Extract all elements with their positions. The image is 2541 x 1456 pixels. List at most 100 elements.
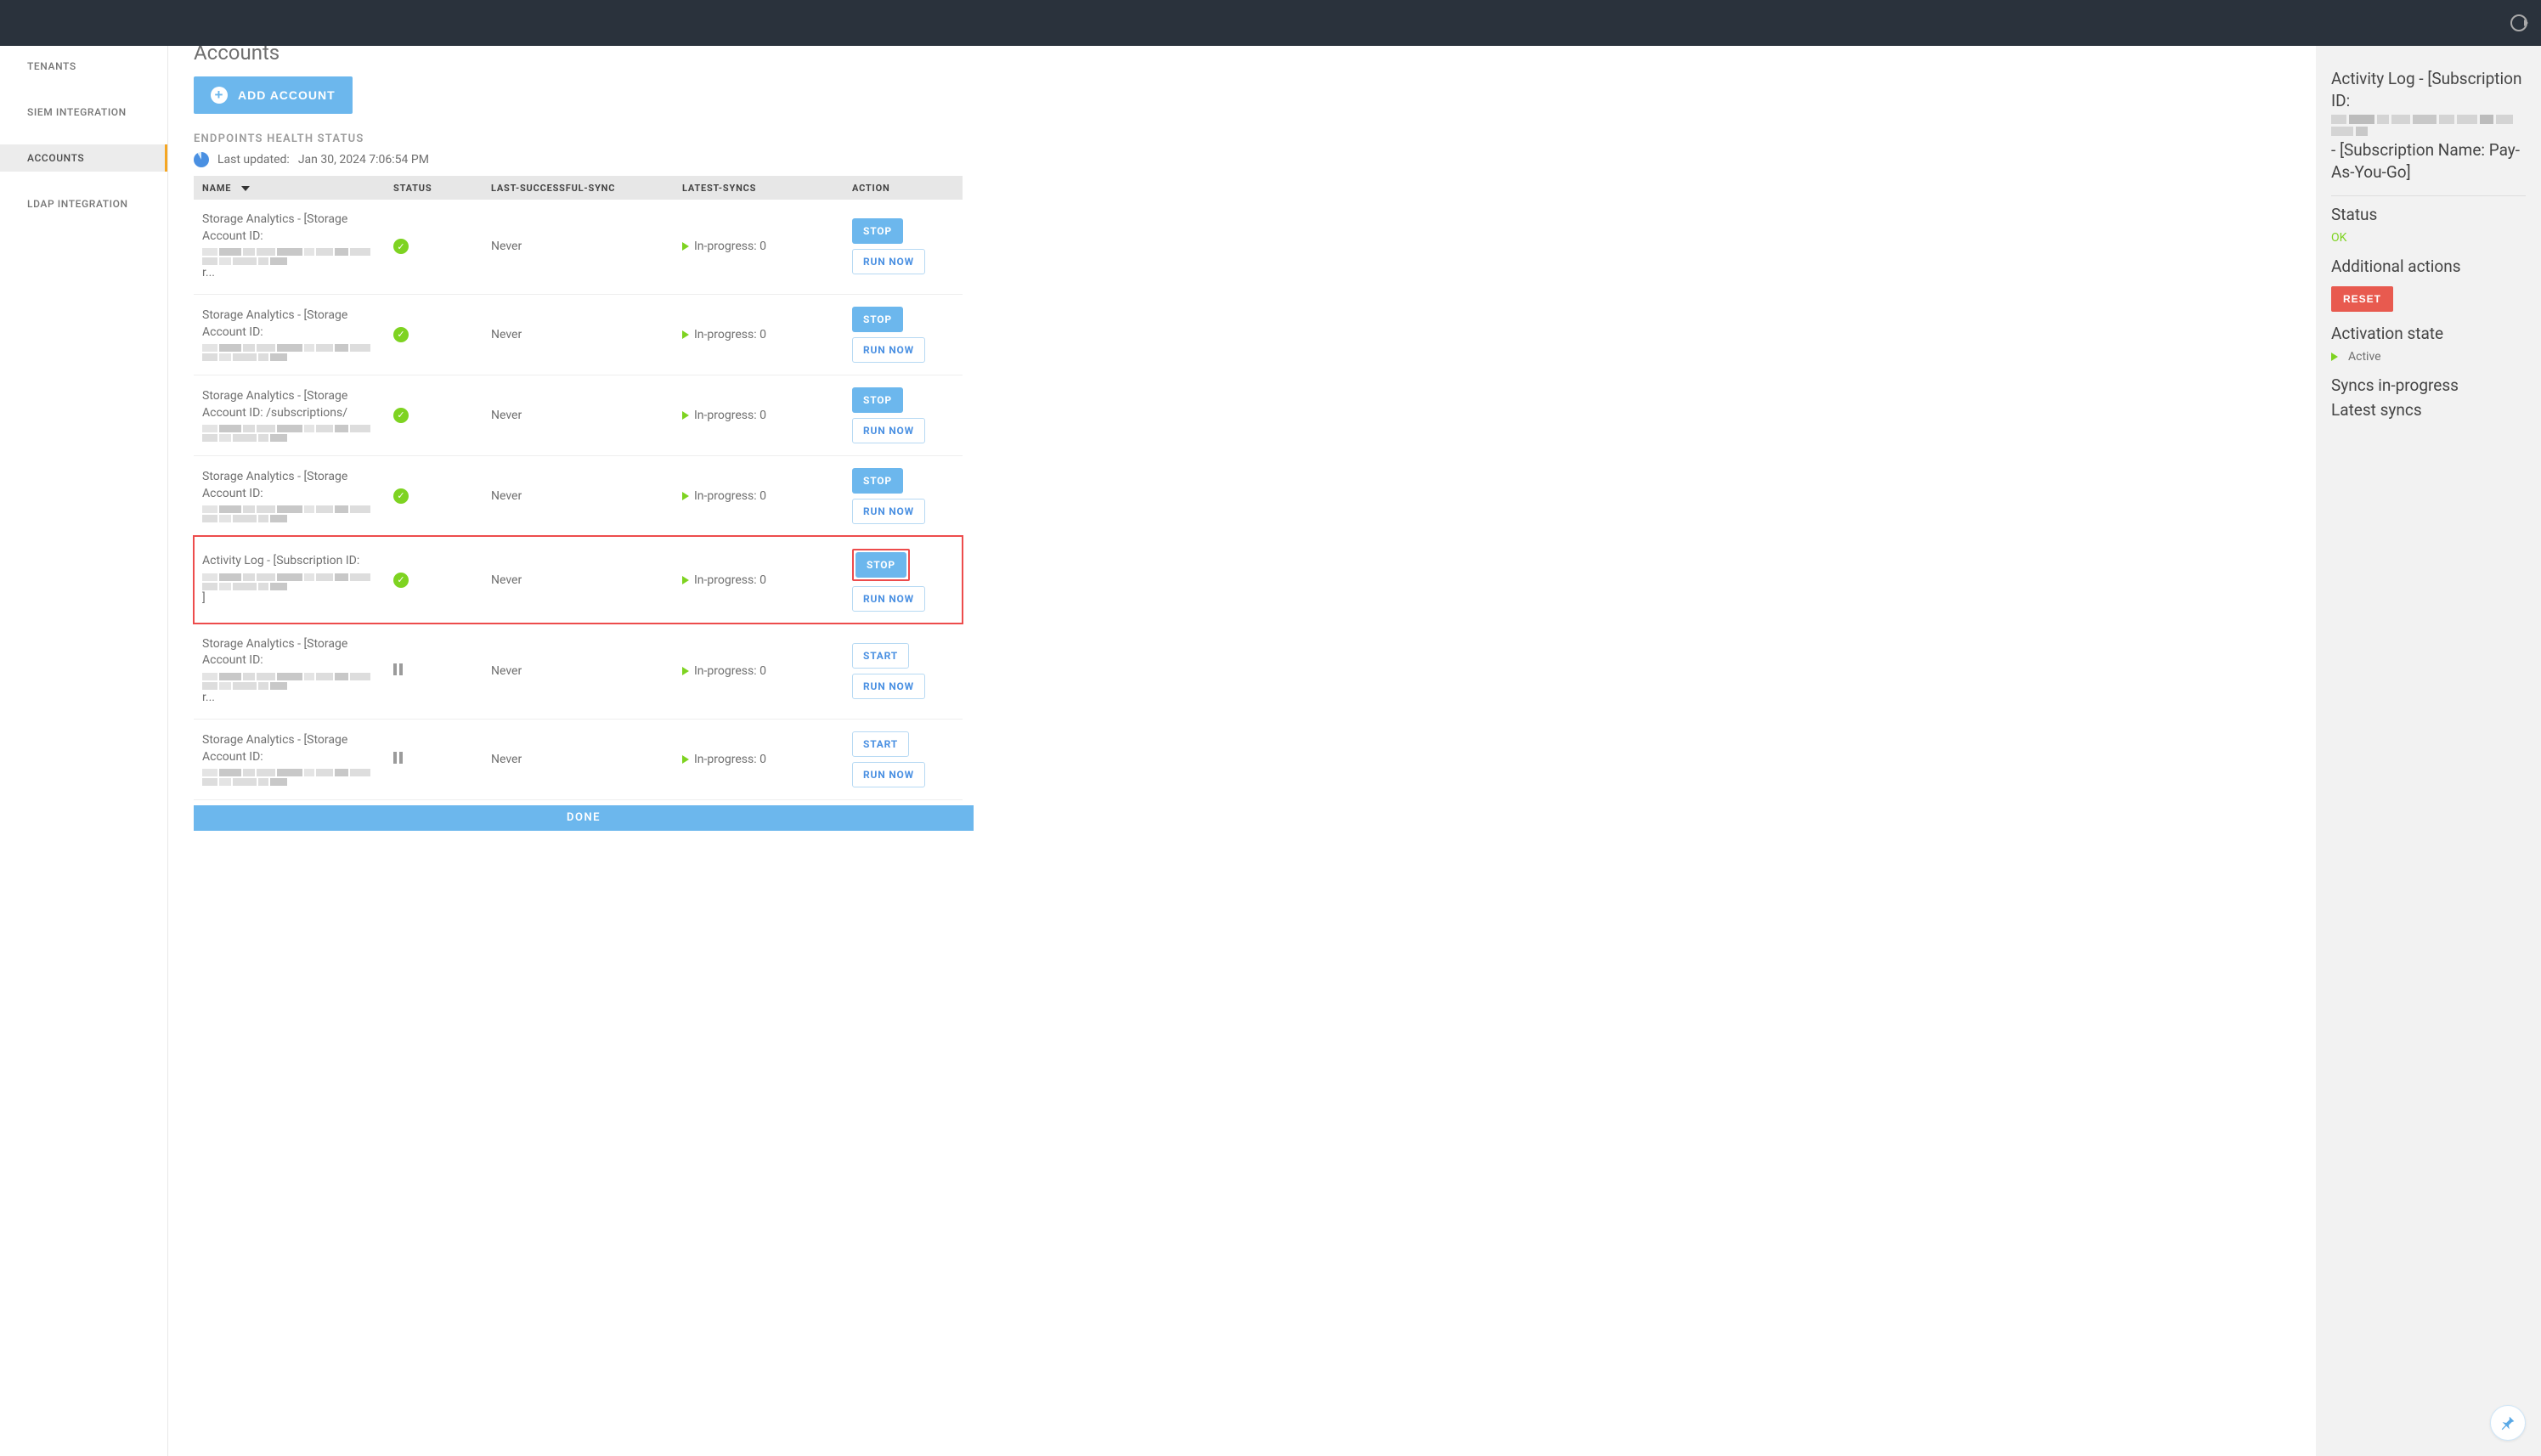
- reset-button[interactable]: RESET: [2331, 286, 2393, 312]
- info-title-suffix: - [Subscription Name: Pay-As-You-Go]: [2331, 140, 2520, 182]
- name-cell: Activity Log - [Subscription ID:]: [194, 536, 385, 624]
- play-icon: [682, 755, 689, 764]
- col-status[interactable]: STATUS: [385, 176, 483, 200]
- additional-actions-label: Additional actions: [2331, 257, 2526, 276]
- pin-button[interactable]: [2490, 1405, 2526, 1441]
- run-now-button[interactable]: RUN NOW: [852, 249, 925, 274]
- latest-syncs-cell: In-progress: 0: [674, 536, 844, 624]
- done-button[interactable]: DONE: [194, 805, 974, 831]
- latest-syncs-cell: In-progress: 0: [674, 375, 844, 455]
- endpoints-health-label: ENDPOINTS HEALTH STATUS: [194, 133, 2299, 145]
- action-cell: START RUN NOW: [844, 719, 963, 799]
- play-icon: [682, 576, 689, 584]
- run-now-button[interactable]: RUN NOW: [852, 337, 925, 363]
- last-sync-cell: Never: [483, 455, 674, 536]
- sidebar: TENANTS SIEM INTEGRATION ACCOUNTS LDAP I…: [0, 46, 168, 1456]
- stop-button[interactable]: STOP: [852, 307, 903, 332]
- sidebar-item-tenants[interactable]: TENANTS: [0, 53, 167, 80]
- play-icon: [682, 411, 689, 420]
- play-icon: [682, 330, 689, 339]
- action-cell: STOP RUN NOW: [844, 455, 963, 536]
- redacted-text: [202, 248, 376, 265]
- stop-button[interactable]: STOP: [852, 218, 903, 244]
- info-title-prefix: Activity Log - [Subscription ID:: [2331, 69, 2521, 110]
- action-cell: STOP RUN NOW: [844, 536, 963, 624]
- last-updated-value: Jan 30, 2024 7:06:54 PM: [298, 153, 429, 166]
- sidebar-item-accounts[interactable]: ACCOUNTS: [0, 144, 167, 172]
- latest-syncs-cell: In-progress: 0: [674, 455, 844, 536]
- accounts-table: NAME STATUS LAST-SUCCESSFUL-SYNC LATEST-…: [194, 176, 963, 800]
- stop-button[interactable]: STOP: [852, 468, 903, 494]
- stop-button[interactable]: STOP: [855, 552, 906, 578]
- syncs-in-progress-label: Syncs in-progress: [2331, 375, 2526, 395]
- topbar: [0, 0, 2541, 46]
- play-icon: [682, 492, 689, 500]
- sidebar-item-siem[interactable]: SIEM INTEGRATION: [0, 99, 167, 126]
- play-icon: [2331, 353, 2338, 361]
- check-icon: ✓: [393, 239, 409, 254]
- run-now-button[interactable]: RUN NOW: [852, 762, 925, 787]
- name-cell: Storage Analytics - [Storage Account ID:: [194, 719, 385, 799]
- status-cell: ✓: [385, 200, 483, 294]
- name-cell: Storage Analytics - [Storage Account ID:…: [194, 375, 385, 455]
- pause-icon: [393, 663, 403, 675]
- info-panel: Activity Log - [Subscription ID: - [Subs…: [2316, 46, 2541, 1456]
- action-cell: STOP RUN NOW: [844, 294, 963, 375]
- redacted-text: [202, 344, 376, 361]
- table-row[interactable]: Storage Analytics - [Storage Account ID:…: [194, 294, 963, 375]
- info-title: Activity Log - [Subscription ID: - [Subs…: [2331, 68, 2526, 183]
- table-row[interactable]: Storage Analytics - [Storage Account ID:…: [194, 375, 963, 455]
- add-account-label: ADD ACCOUNT: [238, 88, 336, 102]
- page-title: Accounts: [194, 46, 2299, 65]
- run-now-button[interactable]: RUN NOW: [852, 499, 925, 524]
- redacted-text: [202, 573, 376, 590]
- status-cell: [385, 624, 483, 719]
- stop-button[interactable]: STOP: [852, 387, 903, 413]
- col-name-label: NAME: [202, 183, 231, 194]
- name-cell: Storage Analytics - [Storage Account ID:: [194, 455, 385, 536]
- col-action: ACTION: [844, 176, 963, 200]
- col-last-sync[interactable]: LAST-SUCCESSFUL-SYNC: [483, 176, 674, 200]
- latest-syncs-cell: In-progress: 0: [674, 294, 844, 375]
- check-icon: ✓: [393, 488, 409, 504]
- start-button[interactable]: START: [852, 643, 909, 669]
- table-row[interactable]: Storage Analytics - [Storage Account ID:…: [194, 455, 963, 536]
- pause-icon: [393, 752, 403, 764]
- table-row[interactable]: Storage Analytics - [Storage Account ID:…: [194, 624, 963, 719]
- table-row[interactable]: Activity Log - [Subscription ID:]✓NeverI…: [194, 536, 963, 624]
- status-cell: ✓: [385, 536, 483, 624]
- run-now-button[interactable]: RUN NOW: [852, 586, 925, 612]
- sort-desc-icon: [241, 186, 250, 191]
- table-row[interactable]: Storage Analytics - [Storage Account ID:…: [194, 719, 963, 799]
- add-account-button[interactable]: + ADD ACCOUNT: [194, 76, 353, 114]
- redacted-text: [202, 505, 376, 522]
- status-cell: ✓: [385, 455, 483, 536]
- redacted-text: [202, 425, 376, 442]
- latest-syncs-cell: In-progress: 0: [674, 719, 844, 799]
- col-latest[interactable]: LATEST-SYNCS: [674, 176, 844, 200]
- plus-icon: +: [211, 87, 228, 104]
- activation-state-label: Activation state: [2331, 324, 2526, 343]
- last-updated-row: Last updated: Jan 30, 2024 7:06:54 PM: [194, 152, 2299, 167]
- check-icon: ✓: [393, 408, 409, 423]
- run-now-button[interactable]: RUN NOW: [852, 418, 925, 443]
- check-icon: ✓: [393, 327, 409, 342]
- action-cell: STOP RUN NOW: [844, 200, 963, 294]
- name-cell: Storage Analytics - [Storage Account ID:…: [194, 624, 385, 719]
- logout-icon[interactable]: [2510, 14, 2527, 31]
- play-icon: [682, 667, 689, 675]
- last-sync-cell: Never: [483, 294, 674, 375]
- latest-syncs-label: Latest syncs: [2331, 400, 2526, 420]
- status-label: Status: [2331, 205, 2526, 224]
- table-row[interactable]: Storage Analytics - [Storage Account ID:…: [194, 200, 963, 294]
- activation-text: Active: [2348, 350, 2381, 364]
- sidebar-item-ldap[interactable]: LDAP INTEGRATION: [0, 190, 167, 217]
- activation-value: Active: [2331, 350, 2526, 364]
- last-sync-cell: Never: [483, 624, 674, 719]
- run-now-button[interactable]: RUN NOW: [852, 674, 925, 699]
- main-content: Accounts + ADD ACCOUNT ENDPOINTS HEALTH …: [168, 46, 2316, 1456]
- last-updated-prefix: Last updated:: [217, 153, 290, 166]
- col-name[interactable]: NAME: [194, 176, 385, 200]
- start-button[interactable]: START: [852, 731, 909, 757]
- latest-syncs-cell: In-progress: 0: [674, 624, 844, 719]
